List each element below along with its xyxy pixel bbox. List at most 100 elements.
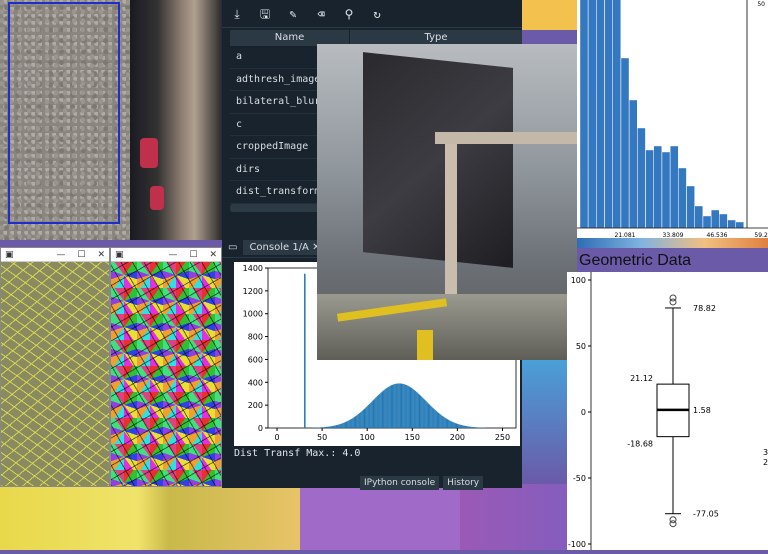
save-icon[interactable]: 🖫 xyxy=(258,7,272,21)
histogram-bar xyxy=(375,398,376,428)
histogram-bar xyxy=(413,389,414,428)
histogram-bar xyxy=(465,426,466,428)
histogram-bar xyxy=(459,425,460,428)
minimize-icon[interactable]: — xyxy=(56,250,65,260)
histogram-bar xyxy=(337,425,338,428)
x-tick-label: 250 xyxy=(495,433,510,442)
y-tick-label: 1200 xyxy=(243,287,263,296)
y-tick-label: -50 xyxy=(573,474,586,483)
y-tick-label: 1000 xyxy=(243,310,263,319)
histogram-bar xyxy=(383,390,384,428)
histogram-bar xyxy=(662,152,670,228)
histogram-bar xyxy=(407,385,408,428)
histogram-bar xyxy=(460,425,461,428)
histogram-bar xyxy=(719,214,727,228)
histogram-bar xyxy=(430,406,431,428)
histogram-bar xyxy=(438,412,439,428)
save-as-icon[interactable]: ✎ xyxy=(286,7,300,21)
histogram-bar xyxy=(368,405,369,428)
conveyor-photo xyxy=(0,0,222,240)
histogram-bar xyxy=(466,426,467,428)
size-histogram: 21.08133.80946.53659.2650 xyxy=(577,0,768,238)
histogram-bar xyxy=(363,410,364,428)
histogram-bar xyxy=(351,419,352,428)
histogram-bar xyxy=(328,427,329,428)
search-icon[interactable]: ⚲ xyxy=(342,7,356,21)
histogram-bar xyxy=(613,0,621,228)
histogram-bar xyxy=(336,425,337,428)
histogram-bar xyxy=(338,425,339,428)
erase-icon[interactable]: ⌫ xyxy=(314,7,328,21)
histogram-bar xyxy=(437,412,438,428)
hopper-structure xyxy=(363,52,513,268)
histogram-bar xyxy=(367,406,368,428)
horizontal-scrollbar[interactable] xyxy=(230,204,330,212)
y-tick-label: 50 xyxy=(576,342,586,351)
maximize-icon[interactable]: ☐ xyxy=(189,250,197,260)
outlier-point xyxy=(670,295,676,301)
histogram-bar xyxy=(445,418,446,428)
close-icon[interactable]: ✕ xyxy=(209,250,217,260)
histogram-bar xyxy=(421,397,422,428)
histogram-bar xyxy=(458,424,459,428)
histogram-bar xyxy=(369,404,370,428)
histogram-bar xyxy=(442,416,443,428)
histogram-bar xyxy=(448,420,449,428)
desktop-background-block xyxy=(300,484,460,550)
histogram-bar xyxy=(387,388,388,428)
histogram-bar xyxy=(330,426,331,428)
window-titlebar: ▣ — ☐ ✕ xyxy=(111,248,221,262)
histogram-bar xyxy=(435,410,436,428)
tab-history[interactable]: History xyxy=(443,476,483,490)
y-tick-label: 600 xyxy=(248,355,263,364)
roi-rectangle xyxy=(8,2,120,224)
histogram-bar xyxy=(381,392,382,428)
histogram-bar xyxy=(670,146,678,228)
histogram-bar xyxy=(345,422,346,428)
histogram-bar xyxy=(423,399,424,428)
histogram-bar xyxy=(431,407,432,428)
refresh-icon[interactable]: ↻ xyxy=(370,7,384,21)
histogram-bar xyxy=(358,414,359,428)
x-tick-label: 50 xyxy=(317,433,327,442)
histogram-bar xyxy=(678,168,686,228)
histogram-bar xyxy=(323,427,324,428)
histogram-bar xyxy=(335,425,336,428)
maximize-icon[interactable]: ☐ xyxy=(77,250,85,260)
histogram-bar xyxy=(441,415,442,428)
close-icon[interactable]: ✕ xyxy=(97,250,105,260)
histogram-bar xyxy=(654,146,662,228)
histogram-bar xyxy=(436,411,437,428)
x-tick-label: 0 xyxy=(274,433,279,442)
histogram-bar xyxy=(447,419,448,428)
histogram-bar xyxy=(404,384,405,428)
histogram-bar xyxy=(467,426,468,428)
histogram-bar xyxy=(424,399,425,428)
histogram-bar xyxy=(342,423,343,428)
histogram-bar xyxy=(324,427,325,428)
histogram-bar xyxy=(362,411,363,428)
import-data-icon[interactable]: ⤓ xyxy=(230,7,244,21)
y-tick-label: -100 xyxy=(568,540,586,549)
tab-console[interactable]: Console 1/A ✕ xyxy=(243,240,326,255)
histogram-bar xyxy=(411,388,412,428)
histogram-bar xyxy=(736,222,744,228)
conveyor-floor xyxy=(317,294,577,360)
colorbar xyxy=(577,238,768,248)
clipped-label: 2 xyxy=(763,458,768,467)
histogram-bar xyxy=(396,384,397,428)
histogram-bar xyxy=(392,385,393,428)
histogram-bar xyxy=(377,396,378,428)
histogram-bar xyxy=(395,384,396,428)
histogram-bar xyxy=(451,421,452,428)
histogram-bar xyxy=(370,403,371,428)
histogram-bar xyxy=(473,427,474,428)
histogram-bar xyxy=(348,420,349,428)
minimize-icon[interactable]: — xyxy=(168,250,177,260)
histogram-bar xyxy=(405,385,406,428)
histogram-bar xyxy=(391,385,392,428)
y-tick-label: 0 xyxy=(258,424,263,433)
boxplot-svg: 100500-50-10078.8221.121.58-18.68-77.053… xyxy=(567,272,768,550)
histogram-bar xyxy=(429,405,430,428)
tab-ipython-console[interactable]: IPython console xyxy=(360,476,439,490)
